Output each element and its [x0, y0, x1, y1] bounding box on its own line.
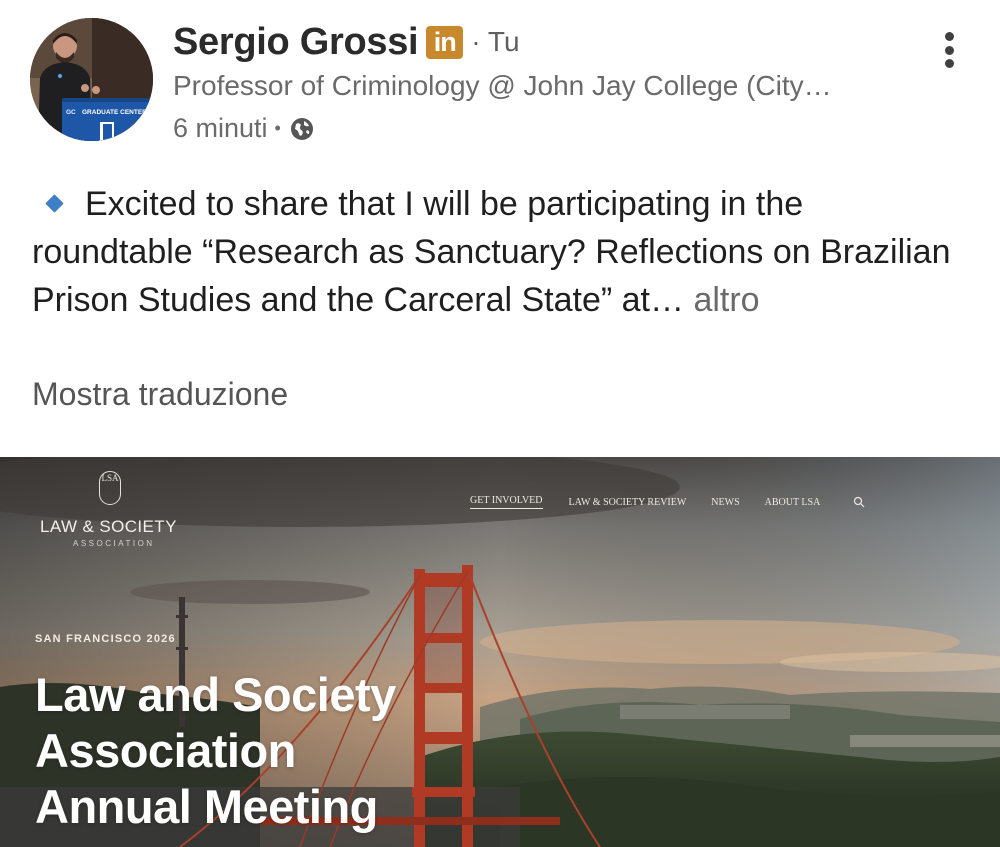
avatar-banner-mark: GC	[66, 109, 76, 116]
linkedin-badge-icon: in	[426, 25, 464, 59]
author-headline: Professor of Criminology @ John Jay Coll…	[173, 70, 832, 101]
post-time: 6 minuti	[173, 113, 268, 143]
post-meta: 6 minuti •	[173, 113, 315, 144]
nav-news[interactable]: NEWS	[711, 497, 739, 508]
see-more-link[interactable]: altro	[693, 281, 759, 319]
event-title-line: Association	[35, 724, 296, 777]
you-tag: · Tu	[471, 26, 520, 57]
author-line: Sergio Grossi in · Tu	[173, 20, 520, 64]
globe-icon	[290, 117, 313, 140]
event-title-line: Law and Society	[35, 668, 396, 721]
post-header: GC GRADUATE CENTER Sergio Grossi in · Tu…	[0, 0, 1000, 160]
post-text-content: Excited to share that I will be particip…	[32, 185, 951, 319]
blue-diamond-icon	[45, 194, 64, 213]
nav-get-involved[interactable]: GET INVOLVED	[470, 495, 543, 509]
link-preview-image[interactable]: LSA LAW & SOCIETY ASSOCIATION GET INVOLV…	[0, 457, 1000, 847]
search-icon[interactable]	[853, 496, 865, 508]
event-title: Law and Society Association Annual Meeti…	[35, 667, 396, 835]
event-title-line: Annual Meeting	[35, 780, 378, 833]
avatar[interactable]: GC GRADUATE CENTER	[30, 18, 153, 141]
nav-about-lsa[interactable]: ABOUT LSA	[765, 497, 821, 508]
site-nav: GET INVOLVED LAW & SOCIETY REVIEW NEWS A…	[470, 495, 865, 509]
show-translation-link[interactable]: Mostra traduzione	[32, 376, 288, 413]
lsa-logo-name: LAW & SOCIETY	[40, 517, 177, 536]
avatar-banner-text: GRADUATE CENTER	[82, 109, 147, 116]
lsa-logo-subtitle: ASSOCIATION	[73, 539, 155, 548]
post-text: Excited to share that I will be particip…	[32, 180, 972, 324]
avatar-photo: GC GRADUATE CENTER	[30, 18, 153, 141]
author-name[interactable]: Sergio Grossi	[173, 21, 419, 64]
lsa-logo-mark: LSA	[99, 471, 121, 505]
more-options-icon[interactable]	[932, 28, 966, 72]
event-kicker: SAN FRANCISCO 2026	[35, 633, 176, 645]
nav-law-society-review[interactable]: LAW & SOCIETY REVIEW	[569, 497, 687, 508]
meta-separator: •	[274, 118, 281, 138]
